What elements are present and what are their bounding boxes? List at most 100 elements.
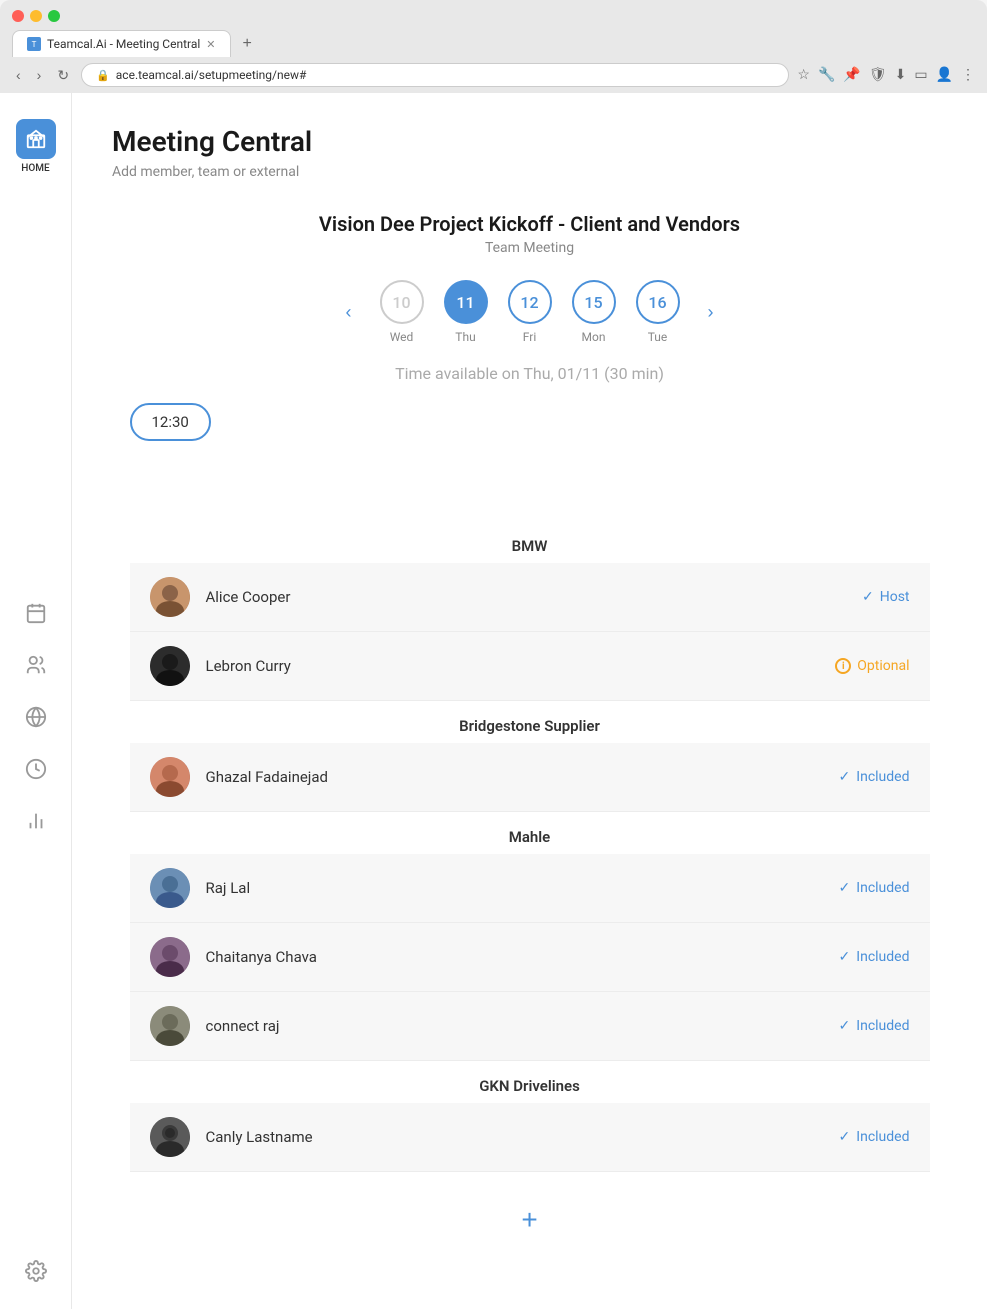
extension-icon-2[interactable]: 📌	[843, 67, 860, 83]
meeting-type: Team Meeting	[130, 240, 930, 256]
tab-favicon: T	[27, 37, 41, 51]
date-item-wed[interactable]: 10 Wed	[380, 280, 424, 344]
maximize-dot[interactable]	[48, 10, 60, 22]
app-layout: HOME	[0, 93, 987, 1309]
meeting-title: Vision Dee Project Kickoff - Client and …	[130, 212, 930, 236]
member-name-alice: Alice Cooper	[206, 588, 846, 606]
group-header-bridgestone: Bridgestone Supplier	[130, 701, 930, 743]
profile-icon[interactable]: 👤	[936, 67, 953, 83]
home-label: HOME	[21, 163, 49, 174]
member-name-raj: Raj Lal	[206, 879, 823, 897]
date-circle-15: 15	[572, 280, 616, 324]
member-name-chaitanya: Chaitanya Chava	[206, 948, 823, 966]
window-controls	[12, 10, 975, 22]
date-label-fri: Fri	[523, 330, 536, 344]
url-text: ace.teamcal.ai/setupmeeting/new#	[116, 68, 307, 82]
date-label-tue: Tue	[648, 330, 668, 344]
main-content: Meeting Central Add member, team or exte…	[72, 93, 987, 1309]
minimize-dot[interactable]	[30, 10, 42, 22]
menu-icon[interactable]: ⋮	[961, 67, 975, 83]
page-title: Meeting Central	[112, 125, 947, 158]
member-row-raj: Raj Lal ✓ Included	[130, 854, 930, 923]
address-bar[interactable]: 🔒 ace.teamcal.ai/setupmeeting/new#	[81, 63, 789, 87]
time-slot[interactable]: 12:30	[130, 403, 211, 441]
date-item-mon[interactable]: 15 Mon	[572, 280, 616, 344]
date-picker: ‹ 10 Wed 11 Thu 12 Fri 15 Mon	[130, 280, 930, 344]
tab-title: Teamcal.Ai - Meeting Central	[47, 37, 200, 51]
date-next-button[interactable]: ›	[700, 298, 722, 327]
sidebar-item-clock[interactable]	[14, 747, 58, 791]
info-icon-lebron: i	[835, 658, 851, 674]
check-icon-chaitanya: ✓	[839, 949, 851, 965]
avatar-lebron	[150, 646, 190, 686]
status-label-chaitanya: Included	[856, 949, 909, 965]
add-member-button[interactable]: +	[521, 1204, 537, 1236]
date-item-tue[interactable]: 16 Tue	[636, 280, 680, 344]
group-header-bmw: BMW	[130, 521, 930, 563]
status-label-canly: Included	[856, 1129, 909, 1145]
member-status-ghazal: ✓ Included	[839, 769, 910, 785]
member-status-connect-raj: ✓ Included	[839, 1018, 910, 1034]
date-circle-10: 10	[380, 280, 424, 324]
avatar-canly	[150, 1117, 190, 1157]
lock-icon: 🔒	[96, 69, 110, 82]
check-icon-connect-raj: ✓	[839, 1018, 851, 1034]
date-prev-button[interactable]: ‹	[338, 298, 360, 327]
sidebar-item-calendar[interactable]	[14, 591, 58, 635]
active-tab[interactable]: T Teamcal.Ai - Meeting Central ✕	[12, 30, 231, 57]
sidebar-home[interactable]: HOME	[6, 109, 66, 184]
refresh-button[interactable]: ↻	[53, 65, 73, 86]
member-name-ghazal: Ghazal Fadainejad	[206, 768, 823, 786]
avatar-chaitanya	[150, 937, 190, 977]
date-label-thu: Thu	[455, 330, 475, 344]
member-row-ghazal: Ghazal Fadainejad ✓ Included	[130, 743, 930, 812]
browser-chrome: T Teamcal.Ai - Meeting Central ✕ +	[0, 0, 987, 57]
new-tab-button[interactable]: +	[235, 31, 260, 57]
sidebar: HOME	[0, 93, 72, 1309]
member-row-canly: Canly Lastname ✓ Included	[130, 1103, 930, 1172]
star-icon[interactable]: ☆	[797, 67, 810, 83]
extension-icon-3[interactable]: 🛡	[869, 67, 887, 83]
avatar-connect-raj	[150, 1006, 190, 1046]
member-status-canly: ✓ Included	[839, 1129, 910, 1145]
sidebar-item-chart[interactable]	[14, 799, 58, 843]
members-section: BMW Alice Cooper ✓ Host	[130, 521, 930, 1268]
tab-close-button[interactable]: ✕	[206, 38, 215, 51]
forward-button[interactable]: ›	[33, 65, 46, 85]
date-circle-11: 11	[444, 280, 488, 324]
member-row-alice: Alice Cooper ✓ Host	[130, 563, 930, 632]
avatar-raj	[150, 868, 190, 908]
status-label-raj: Included	[856, 880, 909, 896]
date-item-thu[interactable]: 11 Thu	[444, 280, 488, 344]
meeting-section: Vision Dee Project Kickoff - Client and …	[130, 212, 930, 1268]
back-button[interactable]: ‹	[12, 65, 25, 85]
sidebar-item-people[interactable]	[14, 643, 58, 687]
member-name-canly: Canly Lastname	[206, 1128, 823, 1146]
member-row-lebron: Lebron Curry i Optional	[130, 632, 930, 701]
status-label-connect-raj: Included	[856, 1018, 909, 1034]
group-header-mahle: Mahle	[130, 812, 930, 854]
member-row-connect-raj: connect raj ✓ Included	[130, 992, 930, 1061]
sidebar-item-globe[interactable]	[14, 695, 58, 739]
date-circle-16: 16	[636, 280, 680, 324]
member-status-lebron: i Optional	[835, 658, 909, 674]
check-icon-canly: ✓	[839, 1129, 851, 1145]
status-label-lebron: Optional	[857, 658, 909, 674]
close-dot[interactable]	[12, 10, 24, 22]
address-bar-row: ‹ › ↻ 🔒 ace.teamcal.ai/setupmeeting/new#…	[0, 57, 987, 93]
check-icon-raj: ✓	[839, 880, 851, 896]
status-label-ghazal: Included	[856, 769, 909, 785]
avatar-ghazal	[150, 757, 190, 797]
extension-icon-1[interactable]: 🔧	[818, 67, 835, 83]
add-button-row: +	[130, 1172, 930, 1268]
group-header-gkn: GKN Drivelines	[130, 1061, 930, 1103]
sidebar-item-settings[interactable]	[14, 1249, 58, 1293]
date-item-fri[interactable]: 12 Fri	[508, 280, 552, 344]
date-label-mon: Mon	[582, 330, 606, 344]
member-status-raj: ✓ Included	[839, 880, 910, 896]
tab-bar: T Teamcal.Ai - Meeting Central ✕ +	[12, 30, 975, 57]
status-label-alice: Host	[880, 589, 910, 605]
avatar-alice	[150, 577, 190, 617]
sidebar-toggle-icon[interactable]: ▭	[914, 67, 927, 83]
download-icon[interactable]: ⬇	[895, 67, 907, 83]
